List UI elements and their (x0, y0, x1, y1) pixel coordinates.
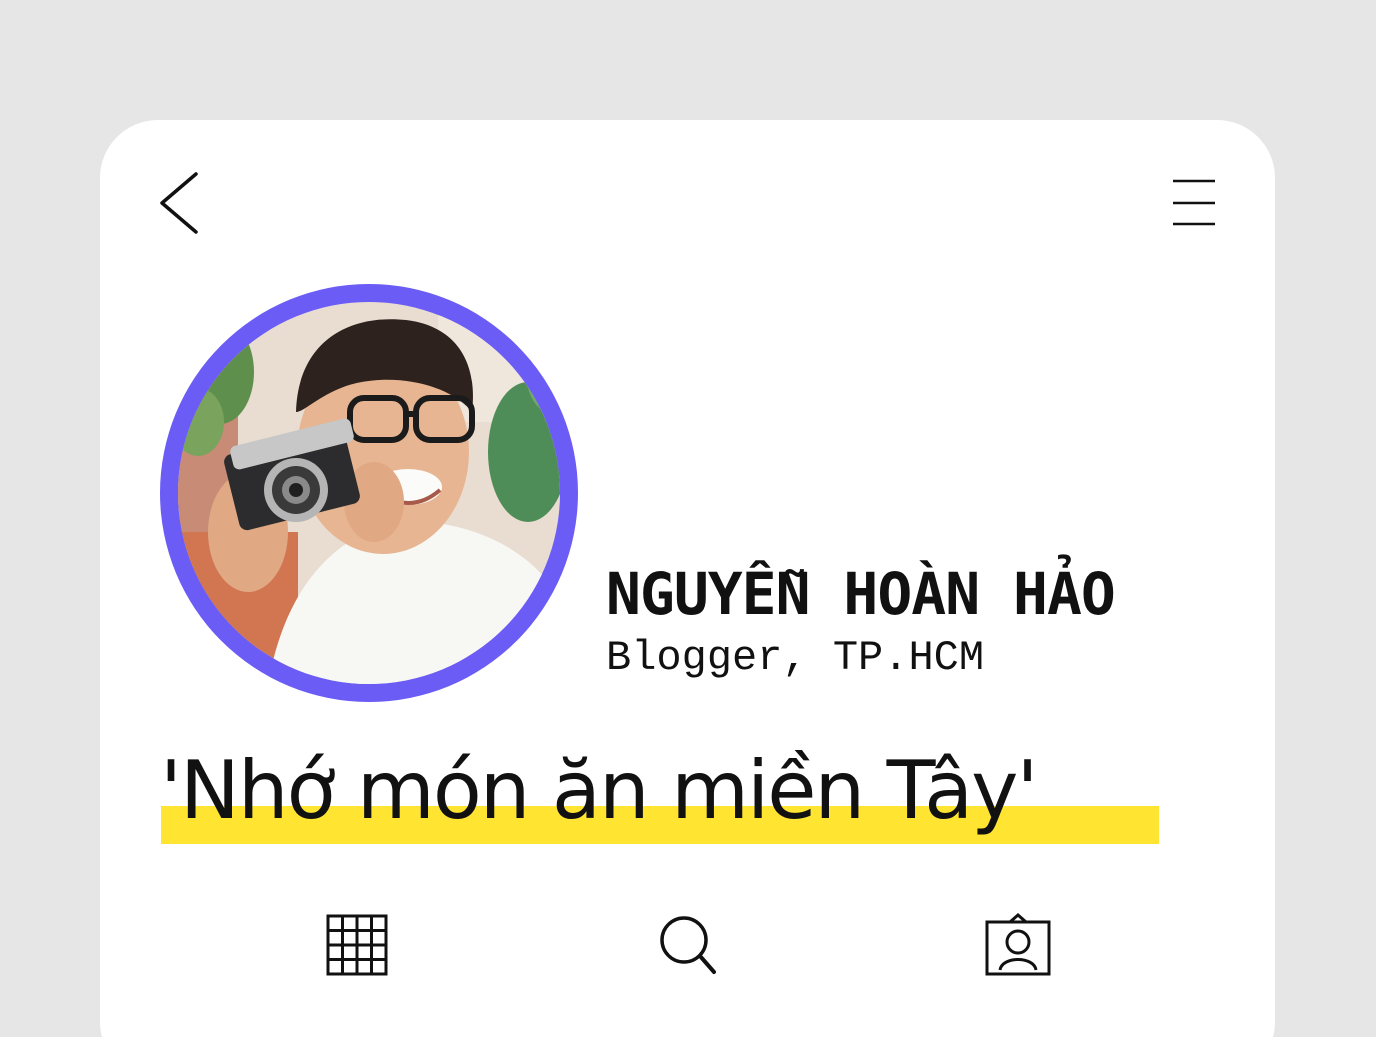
grid-nav-button[interactable] (326, 914, 390, 978)
profile-nav-button[interactable] (984, 912, 1052, 978)
hamburger-menu-icon (1173, 179, 1215, 226)
search-icon (660, 916, 716, 974)
back-button[interactable] (150, 168, 210, 238)
profile-screen: NGUYỄN HOÀN HẢO Blogger, TP.HCM 'Nhớ món… (0, 0, 1376, 1037)
avatar-photo (178, 302, 560, 684)
quote-title: 'Nhớ món ăn miền Tây' (160, 744, 1038, 837)
chevron-left-icon (160, 172, 198, 234)
avatar-image (178, 302, 560, 684)
profile-name: NGUYỄN HOÀN HẢO (606, 560, 1116, 628)
profile-subtitle: Blogger, TP.HCM (606, 634, 985, 682)
search-nav-button[interactable] (658, 914, 718, 976)
menu-button[interactable] (1168, 176, 1220, 232)
avatar[interactable] (160, 284, 578, 702)
grid-icon (326, 914, 388, 976)
profile-card-icon (985, 913, 1051, 976)
